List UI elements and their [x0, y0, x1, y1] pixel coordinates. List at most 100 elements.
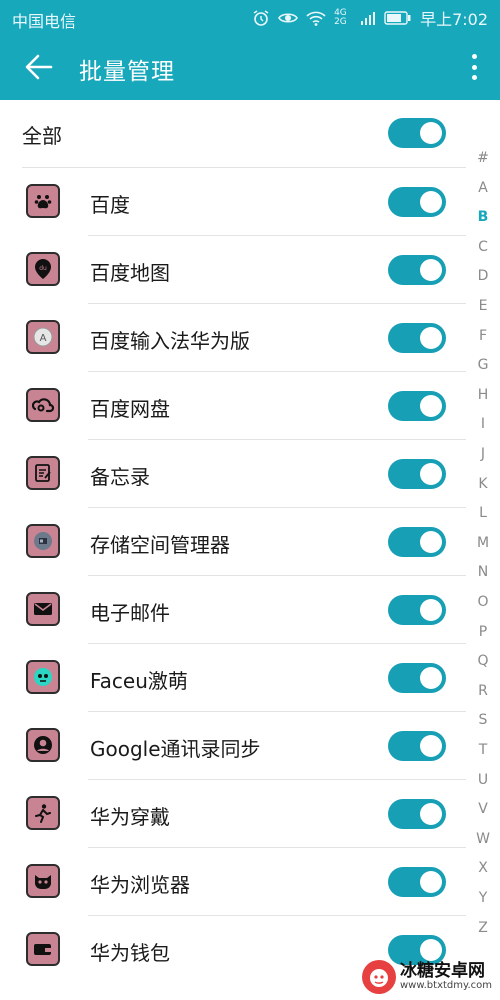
index-letter[interactable]: I: [466, 416, 500, 432]
eye-icon: [278, 13, 298, 23]
svg-text:du: du: [39, 265, 47, 272]
toggle-knob: [420, 463, 442, 485]
index-letter[interactable]: V: [466, 801, 500, 817]
index-letter[interactable]: R: [466, 683, 500, 699]
app-label: 电子邮件: [90, 601, 170, 625]
list-item: 华为穿戴: [0, 780, 466, 848]
browser-icon: [26, 864, 60, 898]
index-letter[interactable]: K: [466, 476, 500, 492]
index-letter[interactable]: Q: [466, 653, 500, 669]
storage-icon: [26, 524, 60, 558]
app-toggle[interactable]: [388, 799, 446, 829]
select-all-row: 全部: [22, 100, 466, 168]
arrow-left-icon[interactable]: [22, 50, 56, 84]
app-toggle[interactable]: [388, 255, 446, 285]
app-toggle[interactable]: [388, 323, 446, 353]
index-letter[interactable]: A: [466, 180, 500, 196]
index-letter[interactable]: T: [466, 742, 500, 758]
list-item: 电子邮件: [0, 576, 466, 644]
index-letter[interactable]: P: [466, 624, 500, 640]
select-all-toggle[interactable]: [388, 118, 446, 148]
wifi-icon: [306, 11, 326, 26]
toggle-knob: [420, 735, 442, 757]
list-item: du 百度地图: [0, 236, 466, 304]
toggle-knob: [420, 395, 442, 417]
toggle-knob: [420, 191, 442, 213]
index-letter[interactable]: S: [466, 712, 500, 728]
watermark-name: 冰糖安卓网: [400, 961, 485, 981]
index-letter[interactable]: D: [466, 268, 500, 284]
watermark: 冰糖安卓网 www.btxtdmy.com: [362, 960, 492, 994]
page-title: 批量管理: [79, 59, 175, 85]
toggle-knob: [420, 667, 442, 689]
index-letter[interactable]: Y: [466, 890, 500, 906]
mail-icon: [26, 592, 60, 626]
app-label: 百度网盘: [90, 397, 170, 421]
watermark-logo-icon: [362, 960, 396, 994]
app-label: Google通讯录同步: [90, 737, 261, 761]
app-label: 存储空间管理器: [90, 533, 230, 557]
toggle-knob: [420, 599, 442, 621]
more-vertical-icon[interactable]: [470, 54, 478, 80]
signal-icon: [361, 12, 376, 25]
index-letter[interactable]: U: [466, 772, 500, 788]
index-letter[interactable]: X: [466, 860, 500, 876]
app-toggle[interactable]: [388, 731, 446, 761]
select-all-label: 全部: [22, 124, 62, 148]
index-letter[interactable]: Z: [466, 920, 500, 936]
app-label: 华为穿戴: [90, 805, 170, 829]
watermark-url: www.btxtdmy.com: [400, 980, 493, 991]
app-list: 全部 百度 du 百度地图 A 百度输入法华为版 百度网盘 备忘录 存储空间管理…: [0, 100, 466, 984]
contact-icon: [26, 728, 60, 762]
index-letter[interactable]: #: [466, 150, 500, 166]
index-letter[interactable]: L: [466, 505, 500, 521]
index-letter[interactable]: F: [466, 328, 500, 344]
index-letter[interactable]: N: [466, 564, 500, 580]
app-toggle[interactable]: [388, 527, 446, 557]
index-letter[interactable]: E: [466, 298, 500, 314]
network-type-label: 4G 2G: [334, 8, 347, 27]
carrier-label: 中国电信: [12, 12, 77, 31]
clock-label: 早上7:02: [420, 10, 488, 29]
list-item: 备忘录: [0, 440, 466, 508]
app-toggle[interactable]: [388, 391, 446, 421]
baidu-paw-icon: [26, 184, 60, 218]
index-letter[interactable]: O: [466, 594, 500, 610]
app-label: 百度地图: [90, 261, 170, 285]
app-label: 备忘录: [90, 465, 150, 489]
toolbar: 批量管理: [0, 34, 500, 100]
status-icons: 4G 2G 早上7:02: [252, 6, 488, 30]
toggle-knob: [420, 327, 442, 349]
toggle-knob: [420, 122, 442, 144]
list-item: 百度: [0, 168, 466, 236]
wear-icon: [26, 796, 60, 830]
index-letter[interactable]: B: [466, 209, 500, 225]
toggle-knob: [420, 531, 442, 553]
index-letter[interactable]: G: [466, 357, 500, 373]
app-label: 华为浏览器: [90, 873, 190, 897]
svg-text:A: A: [40, 333, 47, 344]
alarm-icon: [253, 10, 269, 26]
status-bar: 中国电信 4G 2G 早上7:02: [0, 0, 500, 34]
list-item: 华为浏览器: [0, 848, 466, 916]
index-letter[interactable]: C: [466, 239, 500, 255]
app-toggle[interactable]: [388, 459, 446, 489]
index-letter[interactable]: M: [466, 535, 500, 551]
app-label: 华为钱包: [90, 941, 170, 965]
toggle-knob: [420, 939, 442, 961]
alphabet-index[interactable]: # A B C D E F G H I J K L M N O P Q R S T U V W X Y Z: [466, 150, 500, 970]
index-letter[interactable]: W: [466, 831, 500, 847]
battery-icon: [384, 11, 411, 25]
baidu-map-icon: du: [26, 252, 60, 286]
index-letter[interactable]: H: [466, 387, 500, 403]
index-letter[interactable]: J: [466, 446, 500, 462]
app-toggle[interactable]: [388, 663, 446, 693]
toggle-knob: [420, 871, 442, 893]
list-item: Faceu激萌: [0, 644, 466, 712]
app-toggle[interactable]: [388, 867, 446, 897]
list-item: 存储空间管理器: [0, 508, 466, 576]
app-toggle[interactable]: [388, 595, 446, 625]
app-toggle[interactable]: [388, 187, 446, 217]
app-label: 百度: [90, 193, 130, 217]
app-label: Faceu激萌: [90, 669, 188, 693]
